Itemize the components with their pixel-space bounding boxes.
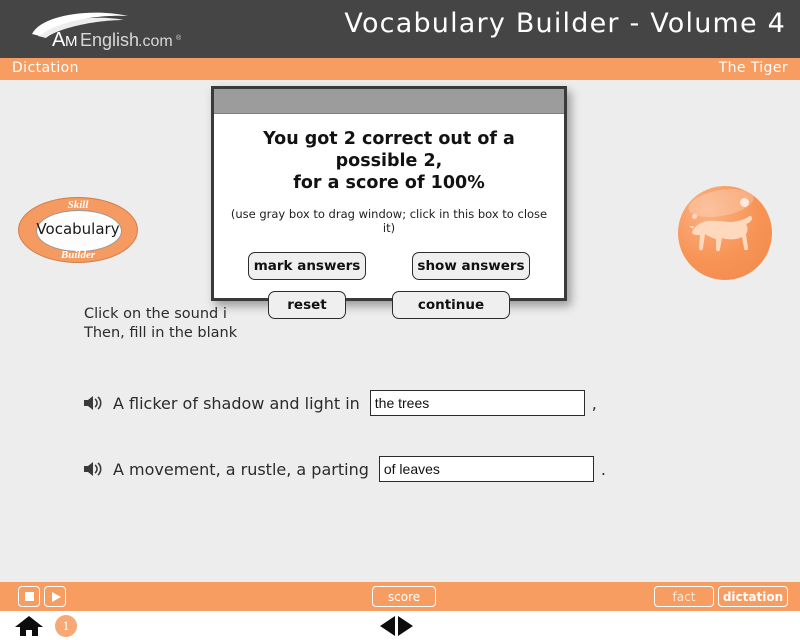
reset-button[interactable]: reset [268, 291, 346, 319]
amenglish-logo[interactable]: A M English .com ® [24, 6, 194, 52]
page-title: Vocabulary Builder - Volume 4 [344, 8, 786, 39]
exercise-row: A flicker of shadow and light in , [82, 390, 597, 416]
answer-input[interactable] [378, 456, 594, 482]
skill-badge: Skill Vocabulary Builder [18, 197, 138, 263]
answer-input[interactable] [369, 390, 585, 416]
speaker-icon[interactable] [82, 393, 104, 413]
skill-badge-center-label: Vocabulary [36, 220, 120, 238]
play-icon [51, 591, 61, 602]
app-window: A M English .com ® Vocabulary Builder - … [0, 0, 800, 640]
mark-answers-button[interactable]: mark answers [248, 252, 366, 280]
tiger-silhouette-icon [689, 215, 752, 252]
badge-highlight-dot [740, 198, 749, 207]
dialog-button-row-primary: mark answers show answers [228, 252, 550, 280]
sentence-punctuation: . [600, 459, 606, 479]
arrow-right-icon[interactable] [398, 616, 413, 636]
svg-text:English: English [80, 30, 139, 50]
continue-button[interactable]: continue [392, 291, 510, 319]
section-bar: Dictation The Tiger [0, 58, 800, 80]
stop-icon [24, 592, 34, 601]
exercise-row: A movement, a rustle, a parting . [82, 456, 606, 482]
score-dialog: You got 2 correct out of a possible 2, f… [211, 86, 567, 319]
lesson-title-label: The Tiger [718, 60, 788, 76]
page-number-badge[interactable]: 1 [55, 615, 77, 637]
dictation-button[interactable]: dictation [718, 586, 788, 607]
dialog-body[interactable]: You got 2 correct out of a possible 2, f… [214, 128, 564, 319]
sentence-punctuation: , [591, 393, 597, 413]
svg-text:.com: .com [138, 33, 173, 50]
swoosh-logo-icon: A M English .com ® [32, 12, 182, 51]
svg-text:A: A [52, 29, 66, 51]
stop-button[interactable] [18, 586, 40, 607]
section-mode-label: Dictation [12, 60, 79, 76]
dialog-drag-handle[interactable] [214, 89, 564, 114]
bottom-toolbar: score fact dictation [0, 582, 800, 611]
show-answers-button[interactable]: show answers [412, 252, 530, 280]
arrow-left-icon[interactable] [380, 616, 395, 636]
skill-badge-bottom-label: Builder [60, 249, 96, 261]
skill-badge-top-label: Skill [67, 199, 89, 211]
home-icon[interactable] [14, 614, 44, 638]
fact-button[interactable]: fact [654, 586, 714, 607]
app-header: A M English .com ® Vocabulary Builder - … [0, 0, 800, 58]
page-navigation [380, 616, 413, 636]
dialog-button-row-secondary: reset continue [228, 291, 550, 319]
sentence-text: A flicker of shadow and light in [113, 393, 360, 413]
sentence-text: A movement, a rustle, a parting [113, 459, 369, 479]
speaker-icon[interactable] [82, 459, 104, 479]
svg-text:®: ® [176, 34, 182, 42]
tiger-badge [678, 186, 772, 280]
dialog-heading: You got 2 correct out of a possible 2, f… [263, 129, 515, 193]
footer-bar: 1 [0, 611, 800, 640]
dialog-hint-text: (use gray box to drag window; click in t… [230, 207, 548, 235]
score-button[interactable]: score [372, 586, 436, 607]
svg-text:M: M [65, 33, 78, 50]
play-button[interactable] [44, 586, 66, 607]
